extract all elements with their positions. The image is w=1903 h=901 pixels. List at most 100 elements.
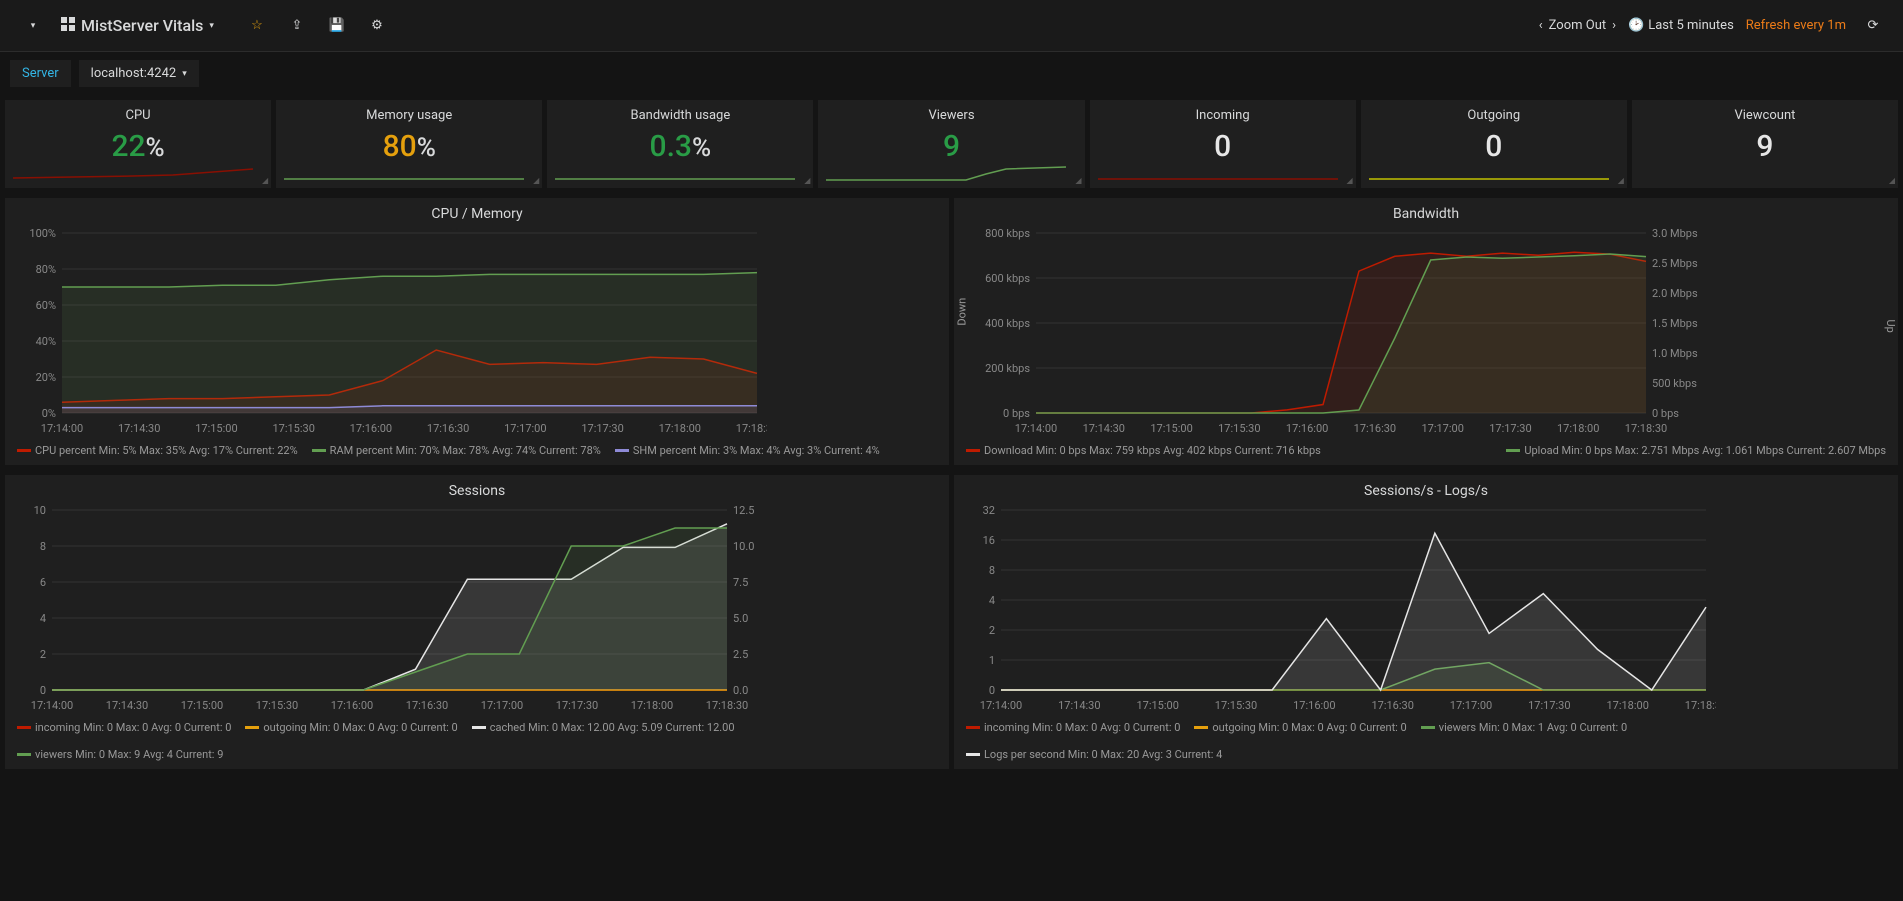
legend-entry[interactable]: viewers Min: 0 Max: 1 Avg: 0 Current: 0 <box>1421 721 1627 734</box>
svg-text:1.0 Mbps: 1.0 Mbps <box>1652 347 1698 360</box>
svg-text:17:17:00: 17:17:00 <box>1421 422 1463 435</box>
chart-area: 01248163217:14:0017:14:3017:15:0017:15:3… <box>966 505 1886 715</box>
legend-text: cached Min: 0 Max: 12.00 Avg: 5.09 Curre… <box>490 721 735 734</box>
svg-text:17:15:00: 17:15:00 <box>1136 699 1178 712</box>
chart-legend: Download Min: 0 bps Max: 759 kbps Avg: 4… <box>966 444 1886 457</box>
svg-text:17:18:30: 17:18:30 <box>1685 699 1716 712</box>
legend-swatch <box>17 726 31 729</box>
charts-row-2: Sessions 02468100.02.55.07.510.012.517:1… <box>0 470 1903 774</box>
legend-entry[interactable]: CPU percent Min: 5% Max: 35% Avg: 17% Cu… <box>17 444 298 457</box>
zoom-out-label: Zoom Out <box>1549 18 1606 33</box>
legend-entry[interactable]: incoming Min: 0 Max: 0 Avg: 0 Current: 0 <box>17 721 231 734</box>
settings-button[interactable]: ⚙ <box>362 11 392 41</box>
legend-entry[interactable]: cached Min: 0 Max: 12.00 Avg: 5.09 Curre… <box>472 721 735 734</box>
legend-entry[interactable]: viewers Min: 0 Max: 9 Avg: 4 Current: 9 <box>17 748 223 761</box>
legend-swatch <box>966 726 980 729</box>
refresh-icon: ⟳ <box>1868 18 1879 33</box>
grafana-logo[interactable]: ▾ <box>15 12 43 40</box>
singlestat-panel[interactable]: Bandwidth usage 0.3% ◢ <box>547 100 813 188</box>
svg-text:17:17:00: 17:17:00 <box>481 699 523 712</box>
dashboard-picker[interactable]: MistServer Vitals ▾ <box>51 10 224 41</box>
resize-handle-icon[interactable]: ◢ <box>1889 176 1895 185</box>
time-range-picker[interactable]: 🕑 Last 5 minutes <box>1628 18 1734 33</box>
svg-text:2: 2 <box>40 648 46 661</box>
legend-text: outgoing Min: 0 Max: 0 Avg: 0 Current: 0 <box>263 721 457 734</box>
legend-entry[interactable]: outgoing Min: 0 Max: 0 Avg: 0 Current: 0 <box>1194 721 1406 734</box>
legend-entry[interactable]: Logs per second Min: 0 Max: 20 Avg: 3 Cu… <box>966 748 1222 761</box>
svg-text:0 bps: 0 bps <box>1003 407 1030 420</box>
star-button[interactable]: ☆ <box>242 11 272 41</box>
caret-down-icon: ▾ <box>31 21 36 31</box>
svg-text:17:15:30: 17:15:30 <box>256 699 298 712</box>
resize-handle-icon[interactable]: ◢ <box>1075 176 1081 185</box>
legend-text: incoming Min: 0 Max: 0 Avg: 0 Current: 0 <box>984 721 1180 734</box>
svg-text:20%: 20% <box>36 371 56 384</box>
resize-handle-icon[interactable]: ◢ <box>1347 176 1353 185</box>
singlestat-panel[interactable]: Viewcount 9 ◢ <box>1632 100 1898 188</box>
singlestat-panel[interactable]: Incoming 0 ◢ <box>1090 100 1356 188</box>
share-button[interactable]: ⇪ <box>282 11 312 41</box>
panel-bandwidth[interactable]: Bandwidth Down 0 bps200 kbps400 kbps600 … <box>954 198 1898 465</box>
svg-text:17:17:00: 17:17:00 <box>1450 699 1492 712</box>
svg-text:17:18:30: 17:18:30 <box>706 699 748 712</box>
svg-text:17:15:00: 17:15:00 <box>1150 422 1192 435</box>
chart-area: 02468100.02.55.07.510.012.517:14:0017:14… <box>17 505 937 715</box>
legend-entry[interactable]: outgoing Min: 0 Max: 0 Avg: 0 Current: 0 <box>245 721 457 734</box>
legend-entry[interactable]: RAM percent Min: 70% Max: 78% Avg: 74% C… <box>312 444 601 457</box>
svg-text:17:16:30: 17:16:30 <box>427 422 469 435</box>
svg-text:17:17:30: 17:17:30 <box>556 699 598 712</box>
svg-text:500 kbps: 500 kbps <box>1652 377 1697 390</box>
svg-text:32: 32 <box>983 505 995 517</box>
chart-area: 0%20%40%60%80%100%17:14:0017:14:3017:15:… <box>17 228 937 438</box>
singlestat-value: 9 <box>1640 129 1890 164</box>
svg-text:2: 2 <box>989 624 995 637</box>
refresh-interval[interactable]: Refresh every 1m <box>1746 18 1846 33</box>
svg-text:0: 0 <box>40 684 46 697</box>
nav-left: ▾ MistServer Vitals ▾ ☆ ⇪ 💾 ⚙ <box>15 10 392 41</box>
singlestat-panel[interactable]: CPU 22% ◢ <box>5 100 271 188</box>
svg-text:40%: 40% <box>36 335 56 348</box>
svg-text:60%: 60% <box>36 299 56 312</box>
svg-text:80%: 80% <box>36 263 56 276</box>
legend-entry[interactable]: Download Min: 0 bps Max: 759 kbps Avg: 4… <box>966 444 1321 457</box>
resize-handle-icon[interactable]: ◢ <box>1618 176 1624 185</box>
template-variables-row: Server localhost:4242 ▾ <box>0 52 1903 95</box>
singlestat-panel[interactable]: Outgoing 0 ◢ <box>1361 100 1627 188</box>
resize-handle-icon[interactable]: ◢ <box>804 176 810 185</box>
svg-text:100%: 100% <box>29 228 56 240</box>
legend-entry[interactable]: Upload Min: 0 bps Max: 2.751 Mbps Avg: 1… <box>1506 444 1886 457</box>
svg-text:4: 4 <box>40 612 46 625</box>
legend-text: Logs per second Min: 0 Max: 20 Avg: 3 Cu… <box>984 748 1222 761</box>
legend-text: viewers Min: 0 Max: 1 Avg: 0 Current: 0 <box>1439 721 1627 734</box>
resize-handle-icon[interactable]: ◢ <box>533 176 539 185</box>
resize-handle-icon[interactable]: ◢ <box>262 176 268 185</box>
legend-swatch <box>1194 726 1208 729</box>
svg-text:17:17:30: 17:17:30 <box>1528 699 1570 712</box>
panel-sessions-logs[interactable]: Sessions/s - Logs/s 01248163217:14:0017:… <box>954 475 1898 769</box>
svg-text:10: 10 <box>34 505 46 517</box>
panel-sessions[interactable]: Sessions 02468100.02.55.07.510.012.517:1… <box>5 475 949 769</box>
svg-text:17:18:30: 17:18:30 <box>736 422 767 435</box>
svg-text:17:14:00: 17:14:00 <box>980 699 1022 712</box>
template-var-label[interactable]: Server <box>10 60 71 87</box>
dashboard-icon <box>61 17 75 35</box>
singlestat-value: 80% <box>284 129 534 164</box>
singlestat-title: Viewcount <box>1640 108 1890 123</box>
singlestat-panel[interactable]: Memory usage 80% ◢ <box>276 100 542 188</box>
singlestat-value: 0 <box>1369 129 1619 164</box>
refresh-button[interactable]: ⟳ <box>1858 11 1888 41</box>
chart-svg: 0 bps200 kbps400 kbps600 kbps800 kbps0 b… <box>966 228 1716 438</box>
save-button[interactable]: 💾 <box>322 11 352 41</box>
svg-text:17:16:30: 17:16:30 <box>1371 699 1413 712</box>
template-var-value[interactable]: localhost:4242 ▾ <box>79 60 199 87</box>
legend-swatch <box>1506 449 1520 452</box>
legend-text: SHM percent Min: 3% Max: 4% Avg: 3% Curr… <box>633 444 880 457</box>
chevron-left-icon: ‹ <box>1539 18 1543 33</box>
panel-cpu-memory[interactable]: CPU / Memory 0%20%40%60%80%100%17:14:001… <box>5 198 949 465</box>
panel-title: CPU / Memory <box>17 206 937 222</box>
singlestat-panel[interactable]: Viewers 9 ◢ <box>818 100 1084 188</box>
legend-entry[interactable]: SHM percent Min: 3% Max: 4% Avg: 3% Curr… <box>615 444 880 457</box>
legend-entry[interactable]: incoming Min: 0 Max: 0 Avg: 0 Current: 0 <box>966 721 1180 734</box>
svg-text:17:16:00: 17:16:00 <box>350 422 392 435</box>
zoom-out-button[interactable]: ‹ Zoom Out › <box>1539 18 1616 33</box>
